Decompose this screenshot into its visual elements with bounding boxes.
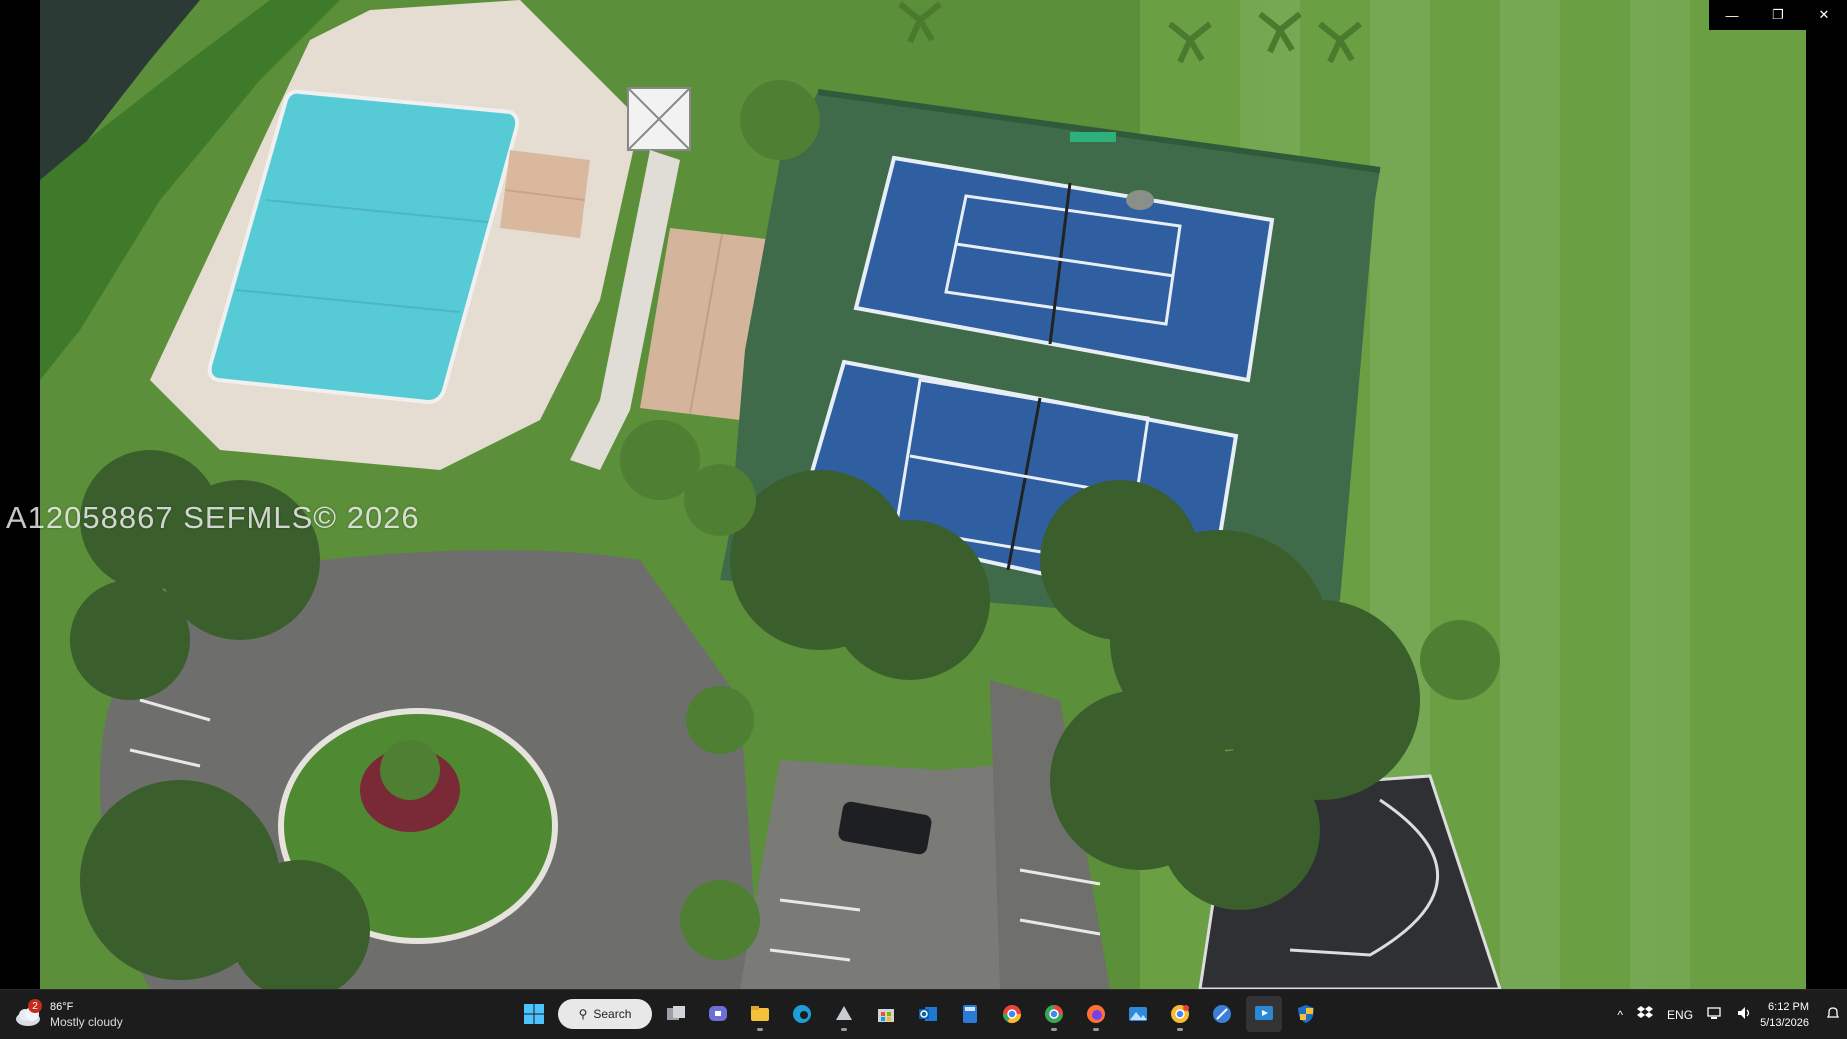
clock-time: 6:12 PM <box>1768 1000 1809 1013</box>
edge-icon[interactable] <box>784 996 820 1032</box>
calculator-icon[interactable] <box>952 996 988 1032</box>
mls-watermark: A12058867 SEFMLS© 2026 <box>6 500 420 535</box>
weather-widget[interactable]: 2 86°F Mostly cloudy <box>14 999 123 1030</box>
window-controls: — ❐ ✕ <box>1709 0 1847 30</box>
outlook-icon[interactable] <box>910 996 946 1032</box>
volume-icon[interactable] <box>1730 1006 1760 1023</box>
cloud-icon: 2 <box>14 999 44 1028</box>
chrome-icon[interactable] <box>994 996 1030 1032</box>
store-icon[interactable] <box>868 996 904 1032</box>
photos-icon[interactable] <box>1120 996 1156 1032</box>
photo-viewer: A12058867 SEFMLS© 2026 — ❐ ✕ <box>0 0 1847 989</box>
devices-icon[interactable] <box>826 996 862 1032</box>
close-button[interactable]: ✕ <box>1801 0 1847 30</box>
chrome-alt-icon[interactable] <box>1036 996 1072 1032</box>
taskbar: 2 86°F Mostly cloudy ⚲ Search ^ ENG 6:12… <box>0 989 1847 1039</box>
file-explorer-icon[interactable] <box>742 996 778 1032</box>
clock-date: 5/13/2026 <box>1760 1016 1809 1029</box>
notification-icon[interactable] <box>1819 1006 1847 1023</box>
security-icon[interactable] <box>1288 996 1324 1032</box>
weather-condition: Mostly cloudy <box>50 1015 123 1029</box>
search-icon: ⚲ <box>578 1007 588 1021</box>
chrome-canary-icon[interactable] <box>1162 996 1198 1032</box>
firefox-icon[interactable] <box>1078 996 1114 1032</box>
weather-badge: 2 <box>28 999 42 1013</box>
network-icon[interactable] <box>1700 1006 1730 1023</box>
taskbar-apps: ⚲ Search <box>516 996 1324 1032</box>
task-view-icon[interactable] <box>658 996 694 1032</box>
restore-button[interactable]: ❐ <box>1755 0 1801 30</box>
language-indicator[interactable]: ENG <box>1660 1008 1700 1022</box>
search-button[interactable]: ⚲ Search <box>558 999 652 1029</box>
temperature: 86°F <box>50 1001 74 1013</box>
clock[interactable]: 6:12 PM 5/13/2026 <box>1760 999 1819 1031</box>
show-hidden-icons-chevron[interactable]: ^ <box>1610 1008 1630 1022</box>
system-tray: ^ ENG 6:12 PM 5/13/2026 <box>1610 990 1847 1039</box>
teams-icon[interactable] <box>700 996 736 1032</box>
minimize-button[interactable]: — <box>1709 0 1755 30</box>
media-player-icon[interactable] <box>1246 996 1282 1032</box>
dropbox-icon[interactable] <box>1630 1006 1660 1023</box>
snipping-icon[interactable] <box>1204 996 1240 1032</box>
aerial-photo <box>40 0 1806 989</box>
start-icon[interactable] <box>516 996 552 1032</box>
search-label: Search <box>593 1007 632 1021</box>
